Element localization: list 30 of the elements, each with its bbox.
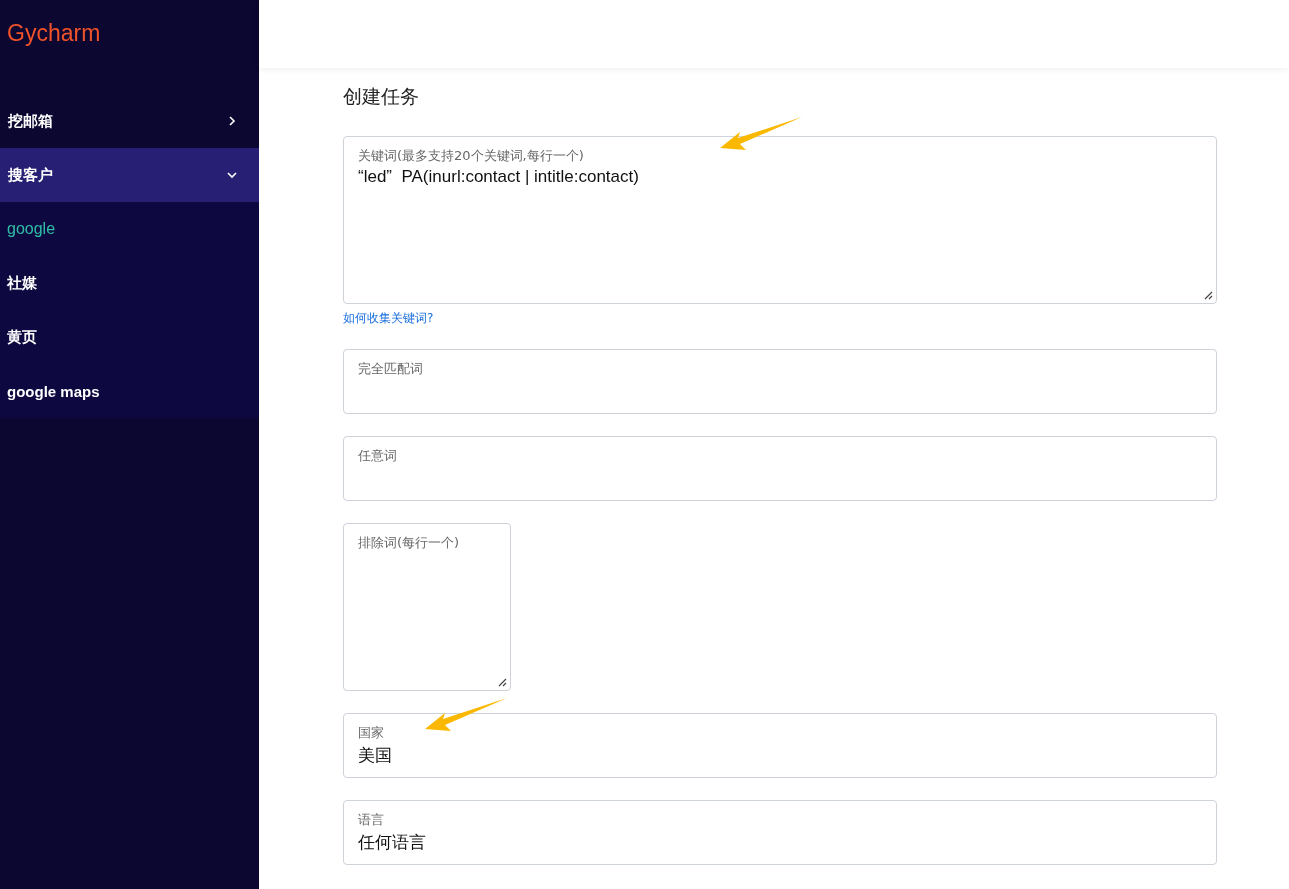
input-field[interactable]: 语言 任何语言 bbox=[343, 800, 1217, 865]
menu-group[interactable]: 搜客户 bbox=[0, 148, 259, 202]
field-label: 关键词(最多支持20个关键词,每行一个) bbox=[358, 147, 585, 165]
input-field[interactable]: 国家 美国 bbox=[343, 713, 1217, 778]
field-label: 国家 bbox=[358, 724, 385, 742]
menu-group-label: 挖邮箱 bbox=[8, 111, 53, 131]
field-label: 任意词 bbox=[358, 447, 398, 465]
menu-item[interactable]: 黄页 bbox=[0, 310, 259, 364]
menu-item[interactable]: google bbox=[0, 202, 259, 256]
field-value: 任何语言 bbox=[358, 832, 427, 854]
page-title: 创建任务 bbox=[343, 84, 420, 109]
field-value: “led” PA(inurl:contact | intitle:contact) bbox=[358, 167, 640, 187]
resize-handle-icon[interactable] bbox=[497, 677, 507, 687]
field-label: 语言 bbox=[358, 811, 385, 829]
input-field[interactable]: 任意词 bbox=[343, 436, 1217, 501]
field-value: 美国 bbox=[358, 745, 393, 767]
chevron-right-icon bbox=[226, 115, 238, 127]
brand-logo: Gycharm bbox=[6, 19, 102, 48]
menu-item[interactable]: 社媒 bbox=[0, 256, 259, 310]
menu-group[interactable]: 挖邮箱 bbox=[0, 94, 259, 148]
textarea-field[interactable]: 关键词(最多支持20个关键词,每行一个) “led” PA(inurl:contact | intitle:contact) bbox=[343, 136, 1217, 304]
chevron-down-icon bbox=[226, 169, 238, 181]
field-label: 排除词(每行一个) bbox=[358, 534, 461, 552]
field-label: 完全匹配词 bbox=[358, 360, 424, 378]
help-link[interactable]: 如何收集关键词? bbox=[343, 310, 434, 327]
menu-group-label: 搜客户 bbox=[8, 165, 53, 185]
textarea-field[interactable]: 排除词(每行一个) bbox=[343, 523, 511, 691]
resize-handle-icon[interactable] bbox=[1203, 290, 1213, 300]
menu-item[interactable]: google maps bbox=[0, 364, 259, 418]
input-field[interactable]: 完全匹配词 bbox=[343, 349, 1217, 414]
